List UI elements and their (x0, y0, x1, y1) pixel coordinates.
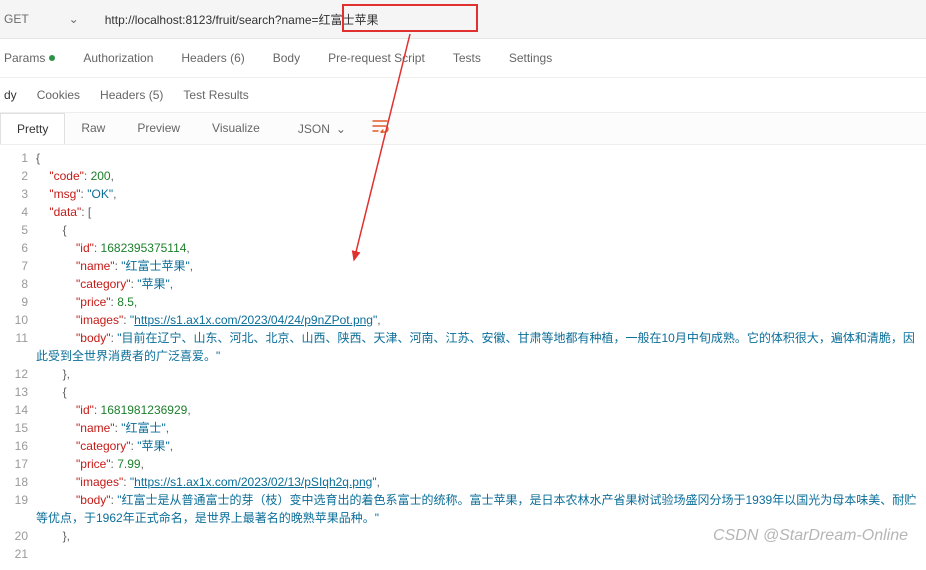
tab-headers[interactable]: Headers (6) (181, 51, 244, 65)
chevron-down-icon: ⌄ (69, 12, 79, 26)
tab-settings[interactable]: Settings (509, 51, 552, 65)
method-label: GET (4, 12, 29, 26)
view-pretty[interactable]: Pretty (0, 113, 65, 144)
view-visualize[interactable]: Visualize (196, 113, 276, 144)
view-raw[interactable]: Raw (65, 113, 121, 144)
view-preview[interactable]: Preview (121, 113, 196, 144)
tab-prerequest[interactable]: Pre-request Script (328, 51, 425, 65)
method-selector[interactable]: GET ⌄ (0, 12, 99, 26)
line-gutter: 123456789101112131415161718192021 (0, 149, 36, 563)
tab-tests[interactable]: Tests (453, 51, 481, 65)
response-type-selector[interactable]: JSON ⌄ (288, 116, 356, 142)
tab-authorization[interactable]: Authorization (83, 51, 153, 65)
wrap-lines-icon[interactable] (372, 119, 390, 138)
url-input[interactable] (99, 6, 926, 32)
resp-tab-body[interactable]: dy (4, 88, 17, 102)
json-code: { "code": 200, "msg": "OK", "data": [ { … (36, 149, 926, 563)
params-active-dot (49, 55, 55, 61)
chevron-down-icon: ⌄ (336, 122, 346, 136)
resp-tab-cookies[interactable]: Cookies (37, 88, 80, 102)
resp-tab-tests[interactable]: Test Results (183, 88, 248, 102)
response-body[interactable]: 123456789101112131415161718192021 { "cod… (0, 145, 926, 563)
resp-tab-headers[interactable]: Headers (5) (100, 88, 163, 102)
type-label: JSON (298, 122, 330, 136)
tab-params[interactable]: Params (4, 51, 55, 65)
tab-body[interactable]: Body (273, 51, 300, 65)
